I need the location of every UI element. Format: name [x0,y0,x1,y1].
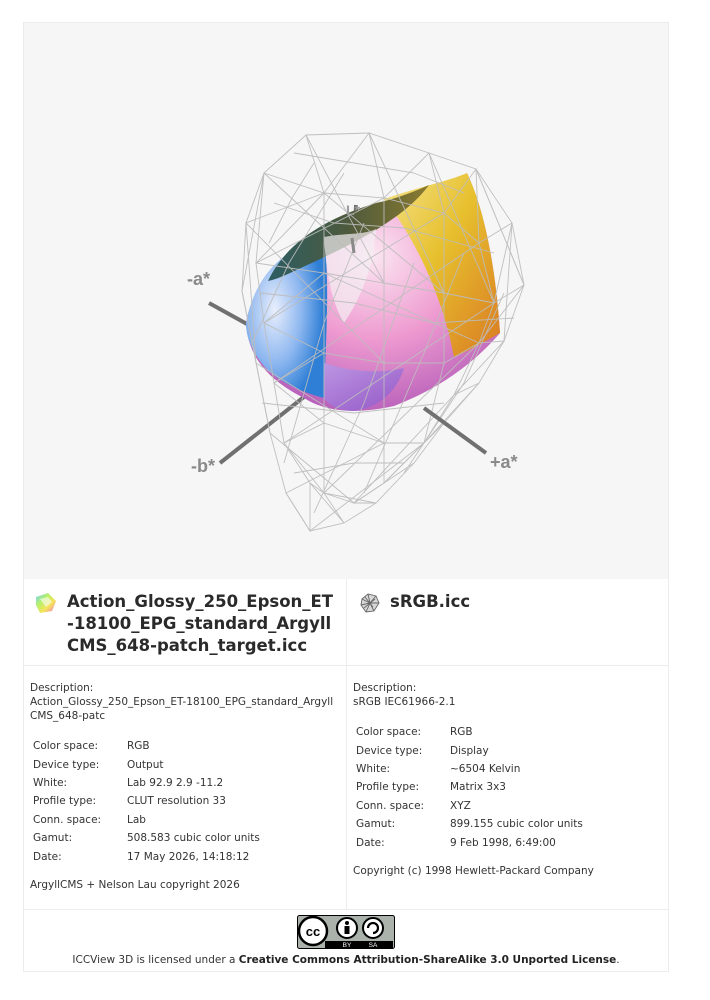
property-row: Date: 17 May 2026, 14:18:12 [33,847,260,865]
profile-details: Description: sRGB IEC61966-2.1 Color spa… [353,681,663,878]
property-row: Gamut: 899.155 cubic color units [356,815,583,833]
property-row: Gamut: 508.583 cubic color units [33,829,260,847]
badge-sa-text: SA [369,942,378,949]
svg-text:cc: cc [306,924,320,939]
description-value: Action_Glossy_250_Epson_ET-18100_EPG_sta… [30,696,334,722]
property-key: Color space: [33,740,99,753]
property-key: Gamut: [356,818,396,831]
property-key: Profile type: [33,795,96,808]
header-divider [24,665,668,666]
property-row: Color space: RGB [356,723,583,741]
profile-name: Action_Glossy_250_Epson_ET-18100_EPG_sta… [67,592,334,655]
property-row: Color space: RGB [33,737,260,755]
pos-a-axis [422,406,488,455]
property-key: Date: [33,850,62,863]
property-value: CLUT resolution 33 [127,795,226,808]
profile-name: sRGB.icc [390,592,471,611]
profile-copyright: ArgyllCMS + Nelson Lau copyright 2026 [30,878,240,891]
property-key: Gamut: [33,832,73,845]
property-key: Profile type: [356,781,419,794]
badge-by-text: BY [343,942,352,949]
description-label: Description: [30,682,94,694]
license-text: ICCView 3D is licensed under a Creative … [24,954,668,966]
profile-header: sRGB.icc [347,579,669,665]
property-value: RGB [127,740,150,753]
property-value: Lab 92.9 2.9 -11.2 [127,776,224,789]
property-row: White: Lab 92.9 2.9 -11.2 [33,774,260,792]
property-row: Conn. space: Lab [33,811,260,829]
property-value: 508.583 cubic color units [127,832,260,845]
property-row: Device type: Display [356,741,583,759]
gamut-3d-viewer[interactable]: -a* +a* -b* L* [24,23,668,579]
property-value: Matrix 3x3 [450,781,506,794]
property-row: Conn. space: XYZ [356,797,583,815]
property-key: Date: [356,836,385,849]
iccview-panel: -a* +a* -b* L* Action_Glossy_250_Epson_E… [23,22,669,972]
description-label: Description: [353,682,417,694]
property-row: Date: 9 Feb 1998, 6:49:00 [356,833,583,851]
property-value: Lab [127,813,146,826]
license-footer: cc BY SA ICCView 3D is licensed under a … [24,910,668,972]
profile-header: Action_Glossy_250_Epson_ET-18100_EPG_sta… [24,579,346,665]
property-value: ~6504 Kelvin [450,762,521,775]
property-row: White: ~6504 Kelvin [356,760,583,778]
profile-copyright: Copyright (c) 1998 Hewlett-Packard Compa… [353,864,594,877]
axis-label-pos-a: +a* [490,452,518,472]
property-row: Profile type: Matrix 3x3 [356,778,583,796]
property-value: XYZ [450,799,471,812]
profile-details: Description: Action_Glossy_250_Epson_ET-… [30,681,340,892]
description-value: sRGB IEC61966-2.1 [353,696,456,708]
property-key: White: [33,776,68,789]
wireframe-profile-icon [360,593,380,613]
property-key: Conn. space: [356,799,425,812]
property-value: RGB [450,726,473,739]
license-prefix: ICCView 3D is licensed under a [72,954,239,966]
profile-properties-table: Color space: RGB Device type: Display Whit… [356,723,583,852]
axis-label-neg-a: -a* [187,269,210,289]
property-row: Device type: Output [33,755,260,773]
property-value: Output [127,758,164,771]
property-value: 9 Feb 1998, 6:49:00 [450,836,556,849]
gamut-canvas[interactable]: -a* +a* -b* L* [24,23,668,579]
property-value: 899.155 cubic color units [450,818,583,831]
property-key: Conn. space: [33,813,102,826]
axis-label-neg-b: -b* [191,456,215,476]
property-key: Color space: [356,726,422,739]
license-suffix: . [616,954,620,966]
cc-by-sa-badge-icon[interactable]: cc BY SA [297,915,395,949]
color-profile-icon [36,593,56,613]
l-axis-tip [350,237,356,254]
property-value: Display [450,744,489,757]
property-key: Device type: [356,744,423,757]
license-link[interactable]: Creative Commons Attribution-ShareAlike … [239,954,617,966]
property-key: Device type: [33,758,100,771]
property-row: Profile type: CLUT resolution 33 [33,792,260,810]
property-key: White: [356,762,391,775]
axis-label-l: L* [346,202,361,218]
profile-properties-table: Color space: RGB Device type: Output White… [33,737,260,866]
property-value: 17 May 2026, 14:18:12 [127,850,250,863]
